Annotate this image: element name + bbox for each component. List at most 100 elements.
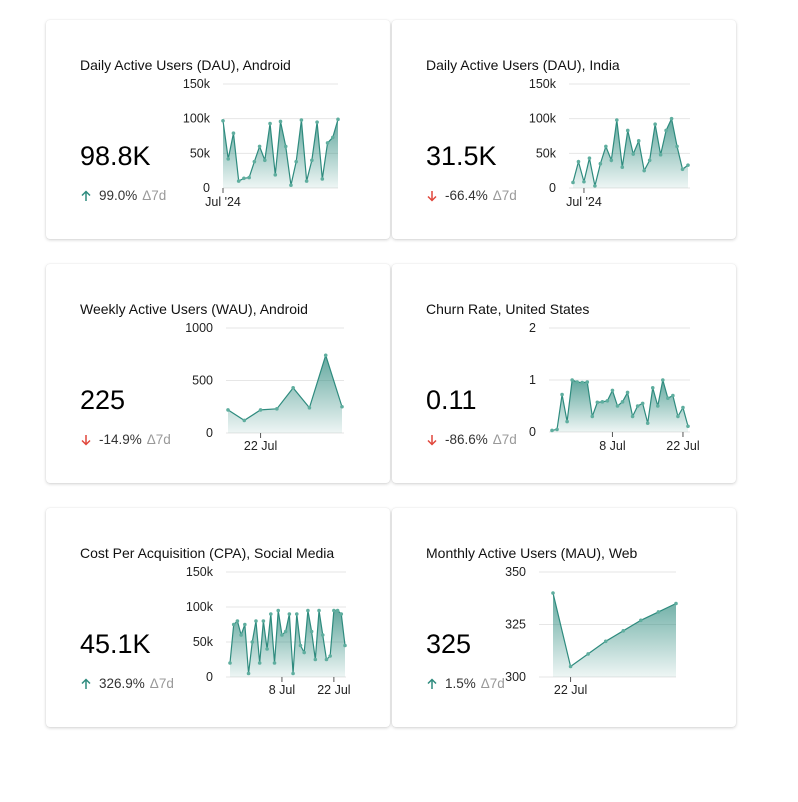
data-point (330, 135, 335, 140)
data-point (656, 610, 661, 614)
data-point (565, 419, 569, 424)
x-tick-label: 8 Jul (269, 683, 295, 697)
data-point (570, 378, 574, 382)
metric-card-cpa-social[interactable]: Cost Per Acquisition (CPA), Social Media… (46, 508, 390, 727)
data-point (265, 647, 269, 651)
data-point (228, 661, 232, 665)
data-point (254, 619, 258, 623)
data-point (610, 388, 615, 393)
y-tick-label: 50k (190, 146, 211, 160)
y-tick-label: 300 (505, 670, 526, 684)
data-point (239, 633, 243, 637)
metric-value: 325 (426, 629, 472, 659)
data-point (620, 400, 625, 404)
data-point (343, 643, 347, 648)
data-point (275, 407, 279, 411)
data-point (580, 380, 585, 385)
data-point (313, 657, 318, 662)
data-point (235, 619, 240, 623)
sparkline-chart: 150k 100k 50k 0 Jul '24 (529, 77, 690, 209)
data-point (257, 661, 262, 665)
data-point (575, 380, 579, 384)
data-point (576, 159, 581, 164)
delta-indicator: 1.5% Δ7d (426, 676, 505, 691)
data-point (325, 141, 330, 145)
x-tick-label: Jul '24 (566, 195, 602, 209)
card-title: Daily Active Users (DAU), India (426, 57, 620, 73)
data-point (272, 661, 277, 665)
data-point (680, 167, 685, 172)
data-point (283, 144, 288, 149)
x-tick-label: 22 Jul (666, 439, 699, 453)
y-tick-label: 0 (206, 670, 213, 684)
data-point (323, 353, 328, 358)
data-point (273, 173, 278, 177)
data-point (310, 158, 314, 163)
delta-percent: -14.9% (99, 432, 142, 447)
data-point (630, 414, 635, 419)
x-tick-label: Jul '24 (205, 195, 241, 209)
data-point (620, 165, 625, 169)
data-point (242, 176, 246, 181)
arrow-down-icon (81, 434, 91, 446)
metric-value: 98.8K (80, 141, 151, 171)
metric-value: 31.5K (426, 141, 497, 171)
data-point (317, 608, 321, 613)
data-point (226, 157, 231, 161)
sparkline-chart: 150k 100k 50k 0 8 Jul 22 Jul (186, 565, 351, 697)
data-point (555, 427, 559, 432)
data-point (551, 591, 555, 595)
data-point (600, 400, 605, 404)
data-point (231, 622, 236, 627)
x-tick-label: 8 Jul (599, 439, 625, 453)
data-point (625, 390, 630, 395)
y-tick-label: 50k (536, 146, 557, 160)
metric-value: 0.11 (426, 385, 477, 415)
data-point (571, 180, 575, 185)
data-point (320, 177, 325, 181)
delta-period: Δ7d (149, 676, 174, 691)
data-point (587, 156, 592, 160)
data-point (307, 406, 312, 410)
data-point (586, 652, 590, 656)
metric-card-wau-android[interactable]: Weekly Active Users (WAU), Android 225 -… (46, 264, 390, 483)
data-point (658, 152, 663, 157)
data-point (560, 392, 564, 397)
arrow-up-icon (81, 189, 91, 201)
y-tick-label: 2 (529, 321, 536, 335)
y-tick-label: 100k (186, 600, 214, 614)
data-point (645, 421, 650, 425)
data-point (635, 404, 640, 408)
delta-period: Δ7d (142, 188, 167, 203)
data-point (598, 161, 603, 166)
data-point (236, 179, 241, 183)
y-tick-label: 150k (183, 77, 211, 91)
data-point (276, 608, 281, 613)
data-point (250, 640, 255, 644)
delta-indicator: -14.9% Δ7d (80, 432, 171, 447)
metric-card-dau-india[interactable]: Daily Active Users (DAU), India 31.5K -6… (392, 20, 736, 239)
data-point (653, 122, 657, 127)
metric-card-mau-web[interactable]: Monthly Active Users (MAU), Web 325 1.5%… (392, 508, 736, 727)
data-point (231, 131, 236, 136)
card-title: Daily Active Users (DAU), Android (80, 57, 291, 73)
data-point (278, 119, 283, 124)
area-fill (552, 380, 688, 432)
data-point (625, 128, 630, 133)
metric-card-dau-android[interactable]: Daily Active Users (DAU), Android 98.8K … (46, 20, 390, 239)
data-point (605, 399, 610, 403)
delta-period: Δ7d (146, 432, 171, 447)
data-point (289, 183, 293, 188)
arrow-down-icon (427, 434, 437, 446)
data-point (302, 650, 306, 655)
data-point (681, 405, 685, 410)
data-point (283, 629, 288, 634)
data-point (309, 629, 314, 634)
metric-card-churn-rate[interactable]: Churn Rate, United States 0.11 -86.6% Δ7… (392, 264, 736, 483)
delta-percent: -86.6% (445, 432, 488, 447)
data-point (320, 633, 325, 637)
data-point (280, 633, 284, 637)
data-point (640, 401, 645, 406)
data-point (336, 117, 340, 122)
y-tick-label: 0 (529, 425, 536, 439)
